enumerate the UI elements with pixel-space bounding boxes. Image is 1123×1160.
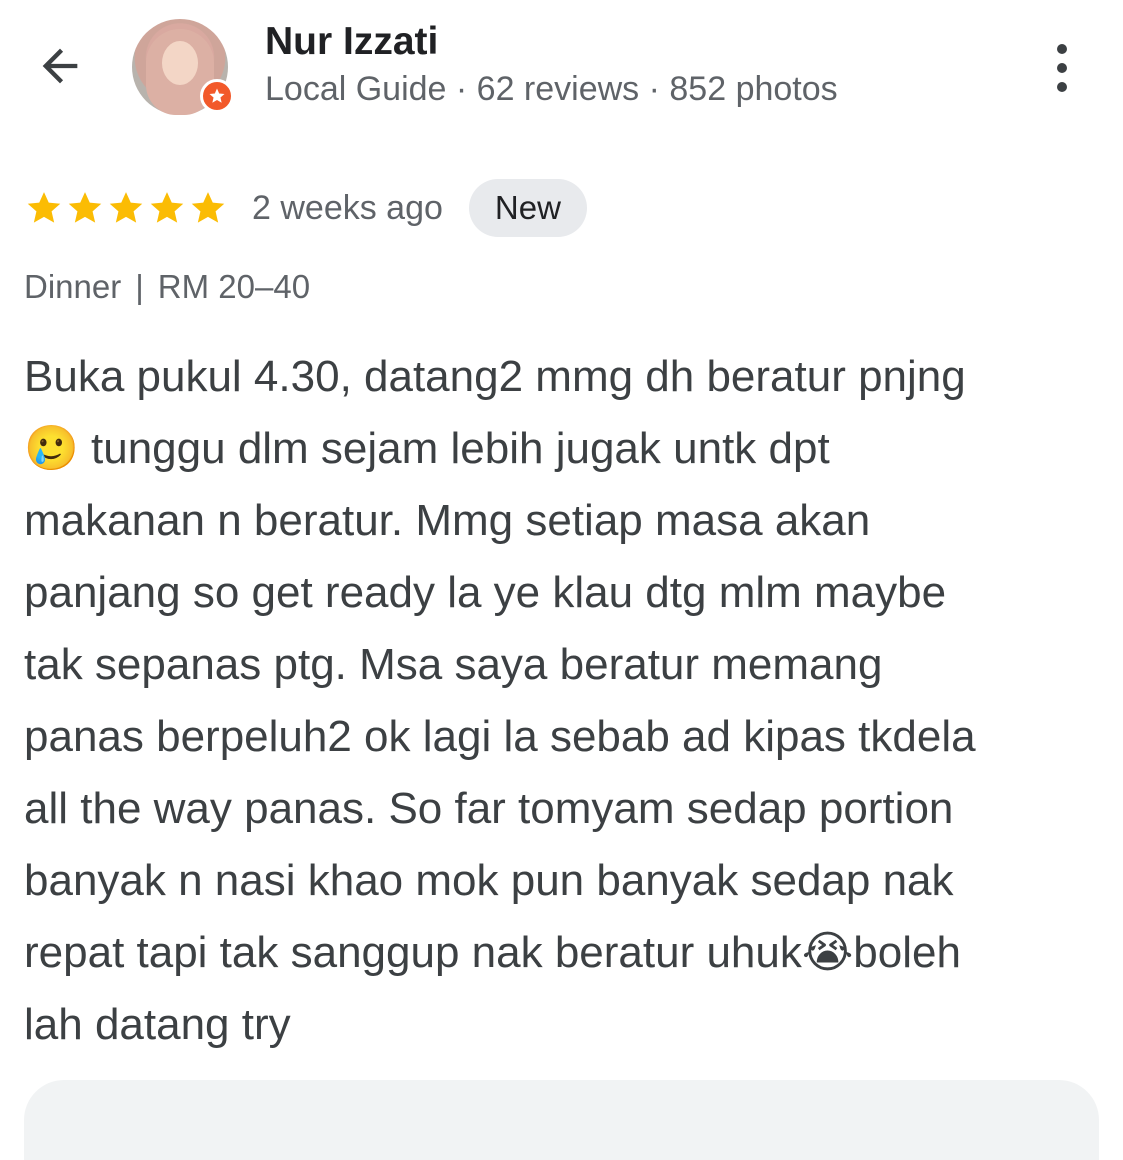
review-meta: Dinner | RM 20–40	[24, 268, 310, 306]
local-guide-badge-icon	[200, 79, 234, 113]
author-meta: Local Guide · 62 reviews · 852 photos	[265, 70, 838, 108]
review-time: 2 weeks ago	[252, 188, 443, 227]
avatar-face	[162, 41, 198, 85]
author-name[interactable]: Nur Izzati	[265, 20, 438, 64]
new-badge: New	[468, 179, 587, 237]
star-rating	[24, 188, 228, 228]
meal-type: Dinner	[24, 268, 122, 305]
meta-separator: |	[135, 268, 144, 305]
star-icon	[188, 188, 228, 228]
star-icon	[106, 188, 146, 228]
more-vert-icon-dot	[1057, 82, 1067, 92]
more-vert-icon-dot	[1057, 63, 1067, 73]
star-icon	[65, 188, 105, 228]
more-options-button[interactable]	[1040, 38, 1084, 98]
avatar[interactable]	[132, 19, 234, 115]
star-icon	[147, 188, 187, 228]
more-vert-icon	[1057, 44, 1067, 54]
price-range: RM 20–40	[157, 268, 311, 305]
star-icon	[24, 188, 64, 228]
bottom-card[interactable]	[24, 1080, 1099, 1160]
review-text: Buka pukul 4.30, datang2 mmg dh beratur …	[24, 352, 976, 1049]
back-button[interactable]	[30, 36, 90, 96]
rating-row: 2 weeks ago New	[24, 178, 587, 238]
arrow-back-icon	[42, 48, 78, 84]
